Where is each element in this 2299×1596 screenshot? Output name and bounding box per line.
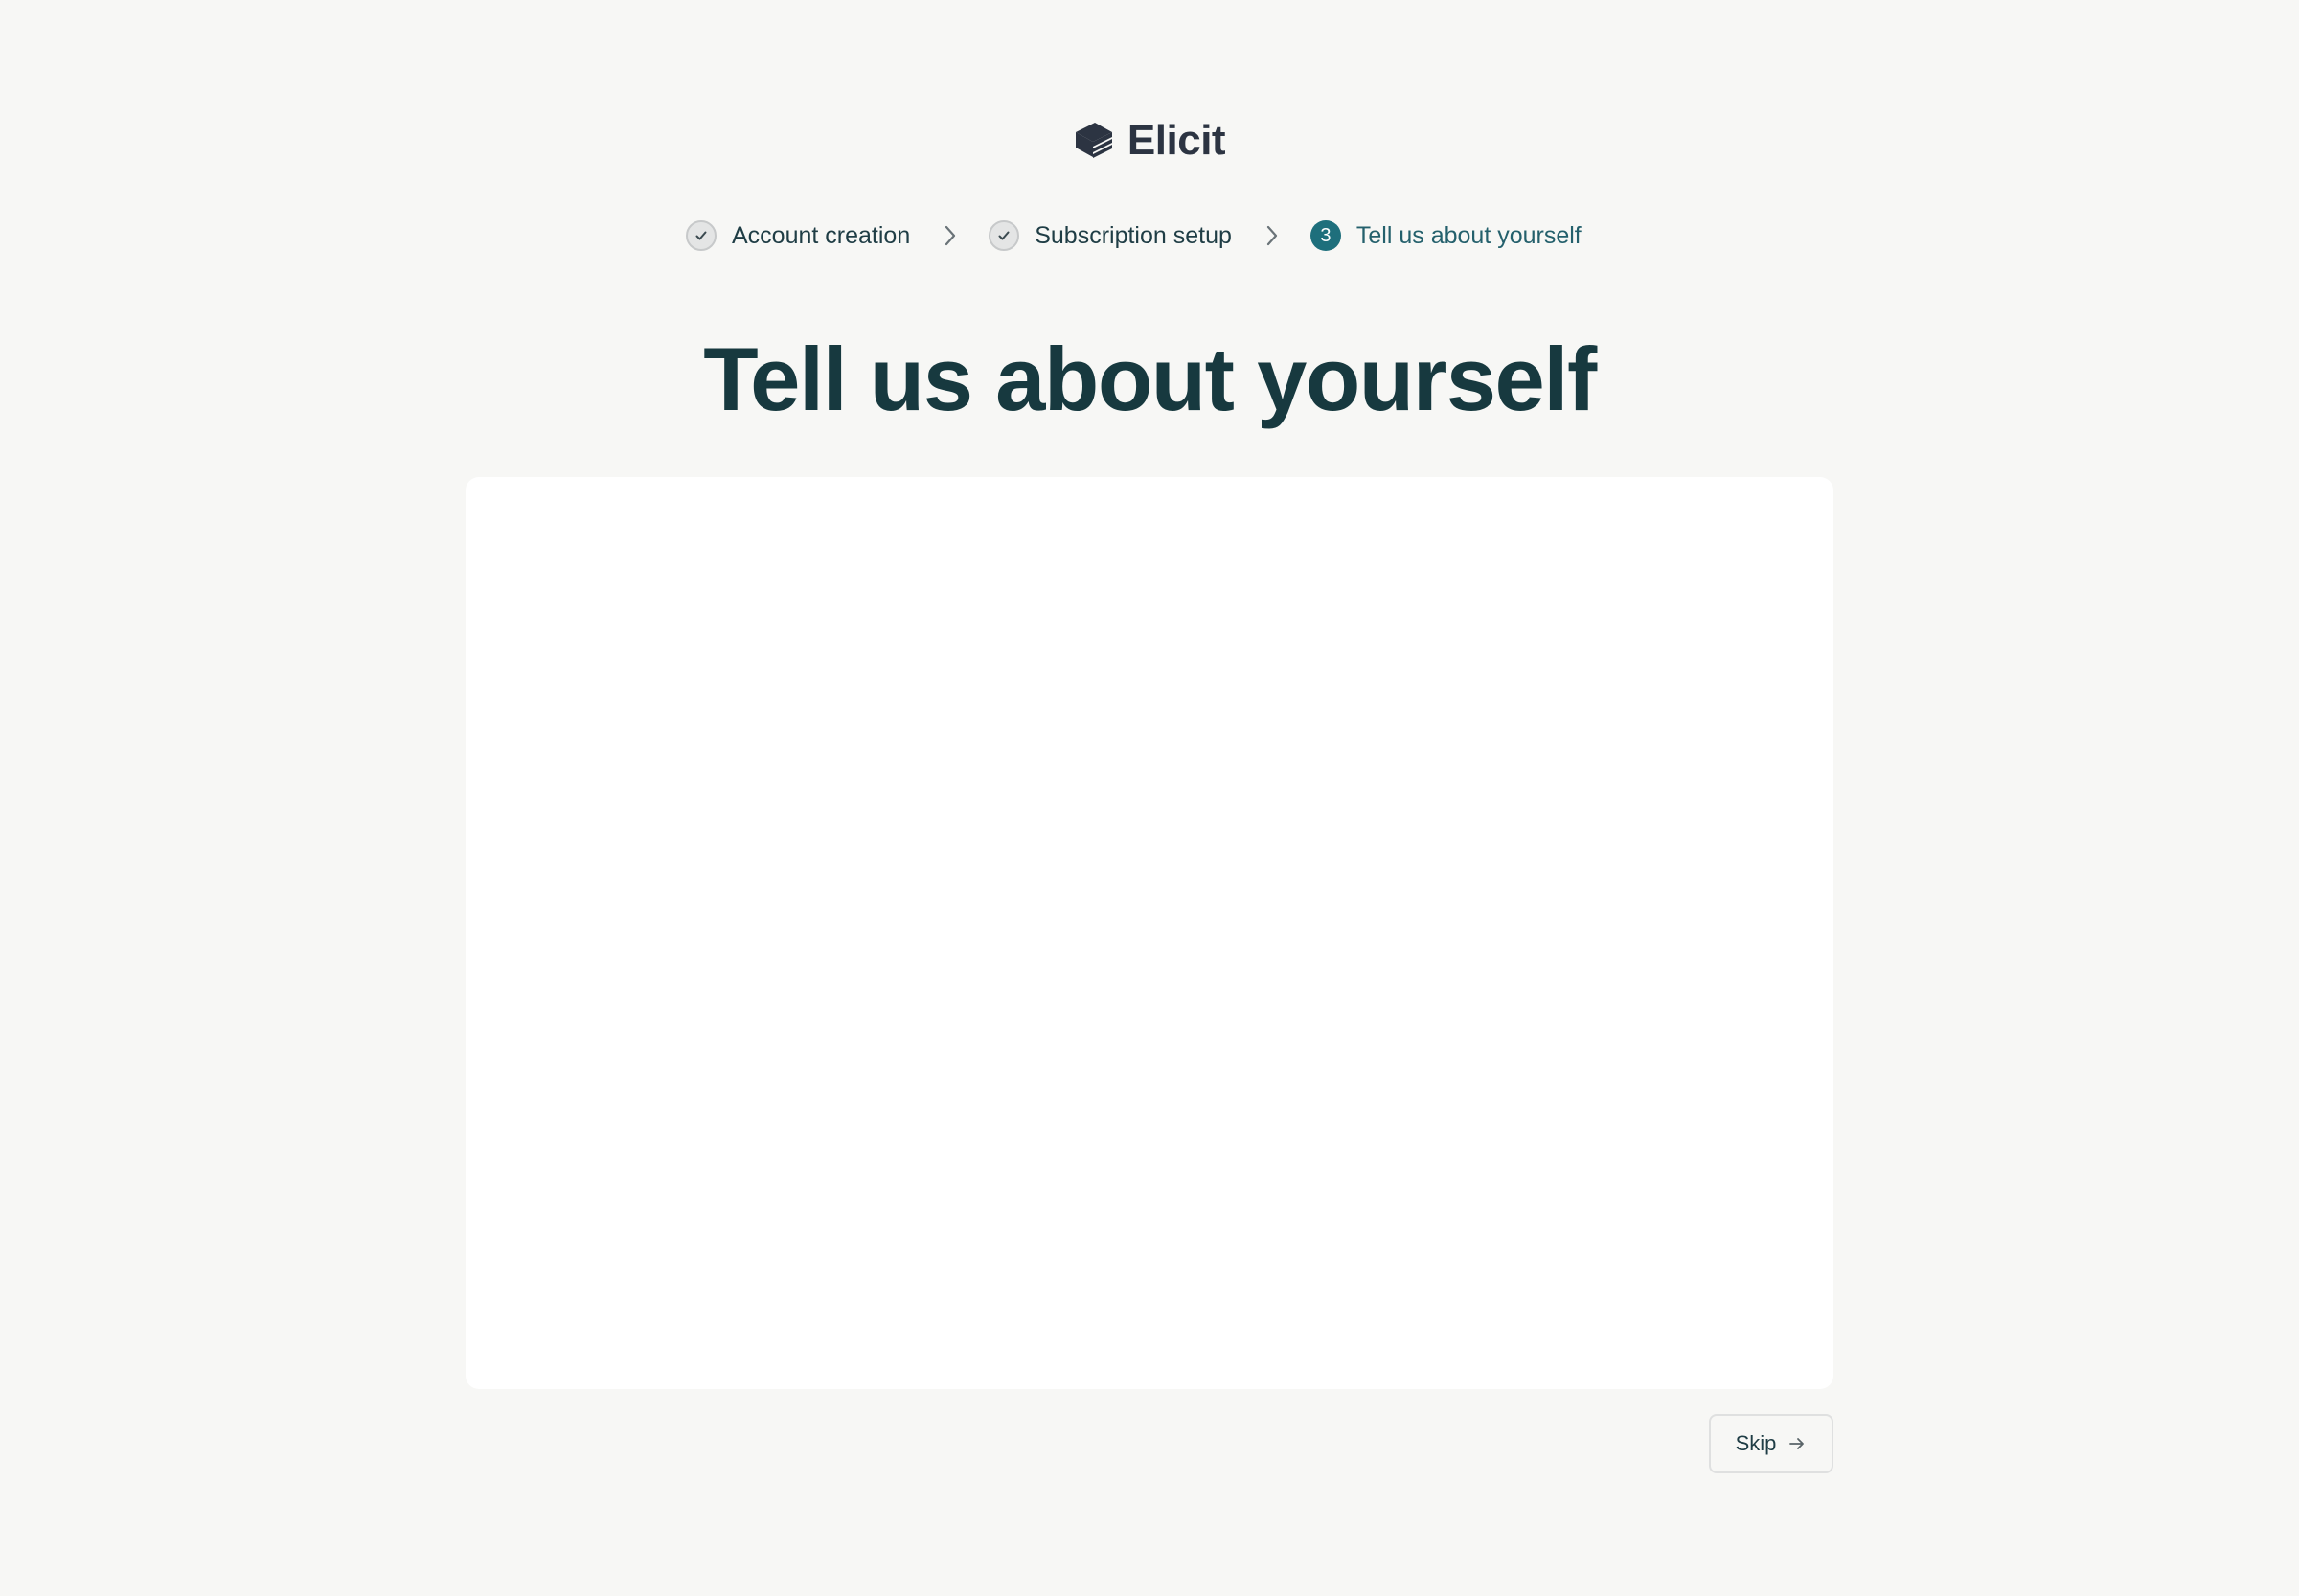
chevron-right-icon [1266, 225, 1278, 246]
book-stack-logo-icon [1075, 123, 1112, 158]
step-account-creation: Account creation [686, 220, 910, 251]
skip-label: Skip [1735, 1431, 1777, 1455]
arrow-right-icon [1789, 1438, 1805, 1449]
step-number-badge: 3 [1309, 220, 1341, 251]
questionnaire-card [466, 477, 1833, 1389]
checkmark-icon [695, 231, 707, 240]
step-label: Subscription setup [1035, 221, 1232, 249]
page-title: Tell us about yourself [703, 329, 1597, 429]
skip-button[interactable]: Skip [1709, 1414, 1833, 1473]
step-label: Tell us about yourself [1355, 221, 1582, 249]
step-subscription-setup: Subscription setup [989, 220, 1232, 251]
checkmark-icon [998, 231, 1010, 240]
step-complete-badge [989, 220, 1020, 251]
brand-name: Elicit [1127, 117, 1226, 164]
step-label: Account creation [732, 221, 911, 249]
brand-logo: Elicit [0, 117, 2299, 165]
step-complete-badge [686, 220, 717, 251]
progress-steps: Account creation Subscription setup 3 Te… [686, 217, 1582, 255]
chevron-right-icon [945, 225, 956, 246]
step-tell-us-about-yourself: 3 Tell us about yourself [1309, 220, 1582, 251]
